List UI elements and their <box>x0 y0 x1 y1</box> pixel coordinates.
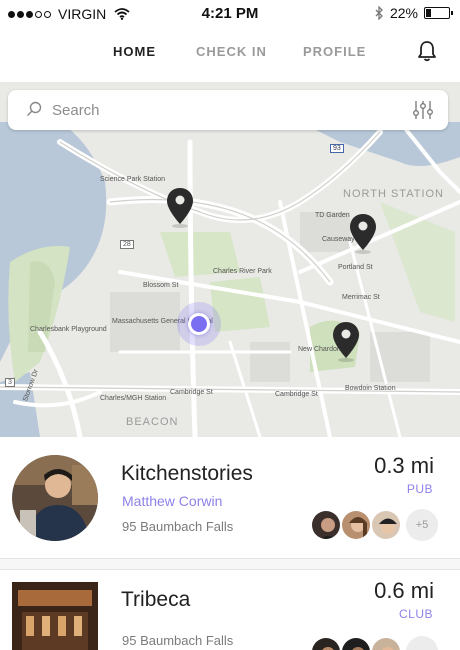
map-canvas[interactable] <box>0 82 460 437</box>
friend-avatar[interactable] <box>340 636 372 650</box>
route-shield-93: 93 <box>330 144 344 153</box>
tab-check-in[interactable]: CHECK IN <box>196 44 267 59</box>
map-label-merrimac-st: Merrimac St <box>342 294 380 301</box>
battery-fill <box>426 9 431 17</box>
venue-card[interactable]: Tribeca 95 Baumbach Falls 0.6 mi CLUB <box>0 569 460 650</box>
top-nav: HOME CHECK IN PROFILE <box>0 30 460 72</box>
battery-icon <box>424 7 453 19</box>
friend-avatar[interactable] <box>310 636 342 650</box>
friends-avatars[interactable]: +5 <box>310 509 438 541</box>
status-bar: VIRGIN 4:21 PM 22% <box>0 0 460 28</box>
map-label-charlesbank: Charlesbank Playground <box>30 326 107 333</box>
map-label-blossom-st: Blossom St <box>143 282 179 289</box>
venue-user[interactable]: Matthew Corwin <box>122 493 222 509</box>
search-icon <box>27 101 42 116</box>
venue-avatar <box>12 455 98 541</box>
map-label-cambridge-st-2: Cambridge St <box>275 391 318 398</box>
filter-sliders-icon[interactable] <box>412 100 434 120</box>
venue-list[interactable]: Kitchenstories Matthew Corwin 95 Baumbac… <box>0 437 460 650</box>
friend-avatar[interactable] <box>370 636 402 650</box>
map-view[interactable]: Science Park Station NORTH STATION TD Ga… <box>0 82 460 437</box>
bluetooth-icon <box>375 6 383 20</box>
tab-profile[interactable]: PROFILE <box>303 44 366 59</box>
map-label-charles-mgh: Charles/MGH Station <box>100 395 167 402</box>
map-label-charles-river-park: Charles River Park <box>213 268 272 275</box>
route-shield-3: 3 <box>5 378 15 387</box>
venue-address: 95 Baumbach Falls <box>122 519 234 534</box>
friend-avatar[interactable] <box>370 509 402 541</box>
map-label-cambridge-st: Cambridge St <box>170 389 213 396</box>
tab-home[interactable]: HOME <box>113 44 156 59</box>
friend-avatar[interactable] <box>340 509 372 541</box>
more-friends-badge[interactable] <box>406 636 438 650</box>
friend-avatar[interactable] <box>310 509 342 541</box>
current-location-marker <box>177 302 221 346</box>
venue-name[interactable]: Tribeca <box>121 588 190 612</box>
status-right: 22% <box>374 5 453 21</box>
map-label-north-station: NORTH STATION <box>343 188 444 200</box>
venue-address: 95 Baumbach Falls <box>122 633 234 648</box>
map-label-bowdoin: Bowdoin Station <box>345 385 396 392</box>
more-friends-badge[interactable]: +5 <box>406 509 438 541</box>
map-label-science-park: Science Park Station <box>100 176 165 183</box>
map-label-td-garden: TD Garden <box>315 212 350 219</box>
venue-distance: 0.6 mi <box>374 578 434 603</box>
venue-avatar <box>12 582 98 650</box>
map-label-beacon: BEACON <box>126 416 179 428</box>
bell-icon[interactable] <box>416 40 438 62</box>
friends-avatars[interactable] <box>310 636 438 650</box>
search-bar[interactable] <box>8 90 448 130</box>
search-input[interactable] <box>52 99 392 121</box>
venue-type: CLUB <box>398 607 433 621</box>
venue-type: PUB <box>406 482 433 496</box>
battery-percent: 22% <box>389 5 418 21</box>
map-pin-icon[interactable] <box>348 212 378 254</box>
map-pin-icon[interactable] <box>165 186 195 228</box>
venue-name[interactable]: Kitchenstories <box>121 462 253 486</box>
map-label-portland-st: Portland St <box>338 264 373 271</box>
map-pin-icon[interactable] <box>331 320 361 362</box>
venue-card[interactable]: Kitchenstories Matthew Corwin 95 Baumbac… <box>0 437 460 559</box>
venue-distance: 0.3 mi <box>374 453 434 478</box>
route-shield-28: 28 <box>120 240 134 249</box>
